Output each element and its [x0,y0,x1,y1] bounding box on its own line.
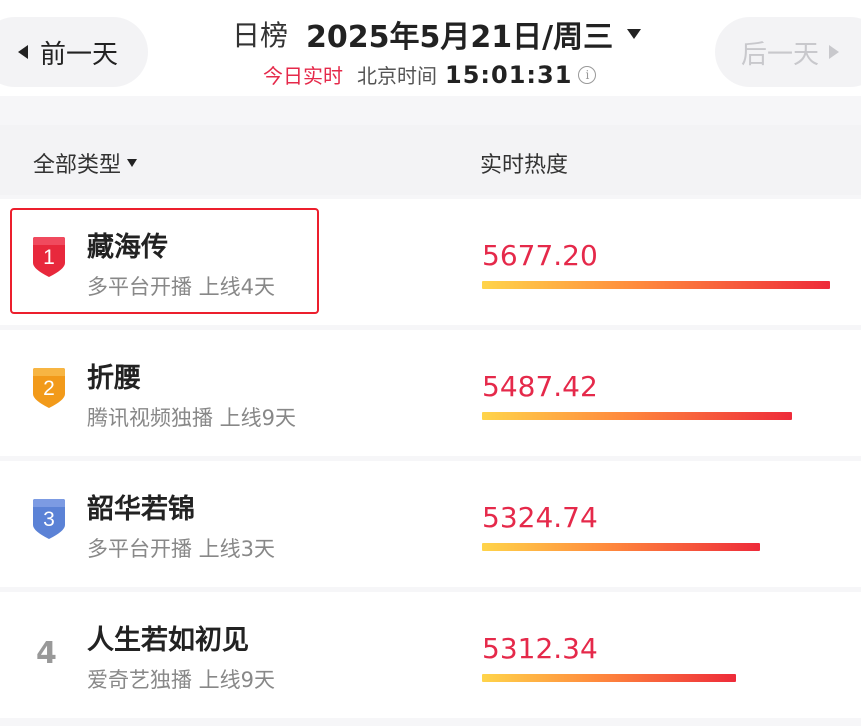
show-title: 韶华若锦 [87,494,195,525]
type-filter-dropdown[interactable]: 全部类型 [33,147,138,179]
heat-bar [482,281,830,289]
caret-left-icon [17,45,28,59]
show-meta: 腾讯视频独播 上线9天 [87,406,297,430]
ranking-row[interactable]: 3 韶华若锦 多平台开播 上线3天 5324.74 [0,461,861,587]
rank-number: 4 [36,636,57,671]
ranking-type-label: 日榜 [232,19,289,52]
caret-down-icon [127,159,138,167]
prev-day-label: 前一天 [39,39,118,70]
heat-bar-track [482,281,830,289]
heat-column-header: 实时热度 [480,153,569,178]
top-bar: 前一天 日榜 2025年5月21日/周三 今日实时 北京时间 15:01:31 … [0,0,861,96]
caret-down-icon [627,29,642,39]
rank-number: 3 [43,508,55,531]
heat-bar [482,674,737,682]
next-day-label: 后一天 [741,39,820,70]
ranking-row[interactable]: 2 折腰 腾讯视频独播 上线9天 5487.42 [0,330,861,456]
ranking-row[interactable]: 4 人生若如初见 爱奇艺独播 上线9天 5312.34 [0,592,861,718]
heat-bar [482,543,761,551]
highlight-box [10,208,319,314]
timezone-label: 北京时间 [357,64,437,88]
heat-bar-track [482,412,830,420]
date-selector[interactable]: 日榜 2025年5月21日/周三 [232,12,642,56]
rank-number: 2 [43,377,55,400]
prev-day-button[interactable]: 前一天 [0,17,148,87]
live-time-line: 今日实时 北京时间 15:01:31 i [263,60,597,89]
info-icon[interactable]: i [578,65,597,84]
show-meta: 爱奇艺独播 上线9天 [87,668,276,692]
list-header: 全部类型 实时热度 [0,125,861,195]
heat-bar-track [482,674,830,682]
heat-value: 5677.20 [482,239,598,272]
date-label: 2025年5月21日/周三 [306,20,614,55]
rank-badge-silver-icon: 2 [31,366,67,410]
show-meta: 多平台开播 上线3天 [87,537,276,561]
heat-bar-track [482,543,830,551]
caret-right-icon [829,45,840,59]
type-filter-label: 全部类型 [33,153,122,178]
next-day-button[interactable]: 后一天 [715,17,861,87]
heat-value: 5487.42 [482,370,598,403]
heat-value: 5312.34 [482,632,598,665]
live-label: 今日实时 [263,64,343,88]
rank-badge-bronze-icon: 3 [31,497,67,541]
show-title: 人生若如初见 [87,625,249,656]
heat-bar [482,412,792,420]
show-title: 折腰 [87,363,141,394]
heat-value: 5324.74 [482,501,598,534]
live-time: 15:01:31 [445,60,573,89]
